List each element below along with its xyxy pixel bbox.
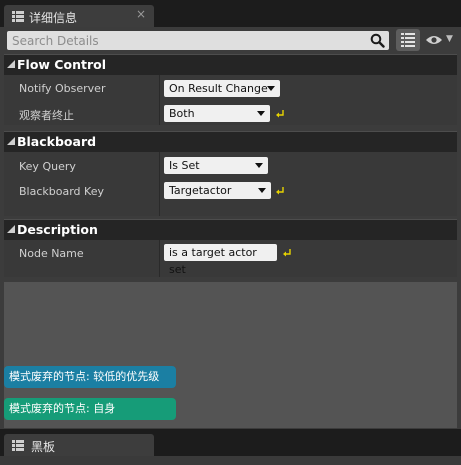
notify-observer-dropdown[interactable]: On Result Change [164, 80, 280, 97]
node-name-value: is a target actor set [169, 246, 257, 276]
search-icon[interactable] [370, 33, 385, 48]
property-name-observer-aborts: 观察者终止 [19, 109, 74, 122]
chevron-down-icon[interactable]: ▼ [446, 34, 453, 44]
dropdown-value: Both [169, 107, 195, 120]
category-blackboard[interactable]: Blackboard [4, 131, 457, 152]
key-query-dropdown[interactable]: Is Set [164, 157, 268, 174]
abort-self-note: 模式废弃的节点: 自身 [4, 398, 176, 420]
details-panel-icon [12, 440, 24, 451]
search-input[interactable] [7, 31, 372, 50]
blackboard-panel-edge [0, 456, 461, 465]
bottom-tab-bar: 黑板 [0, 429, 461, 465]
description-rows: Node Name is a target actor set [4, 240, 457, 277]
reset-to-default-arrow-icon[interactable] [276, 109, 286, 119]
property-name-notify-observer: Notify Observer [19, 82, 106, 95]
blackboard-key-dropdown[interactable]: Targetactor [164, 182, 271, 199]
reset-to-default-arrow-icon[interactable] [283, 248, 293, 258]
top-tab-bar: 详细信息 × [0, 0, 461, 27]
category-flow-control[interactable]: Flow Control [4, 54, 457, 75]
tab-close-icon[interactable]: × [134, 7, 148, 21]
property-name-key-query: Key Query [19, 160, 76, 173]
tab-blackboard-label: 黑板 [31, 440, 56, 454]
dropdown-arrow-icon [255, 163, 263, 168]
column-divider[interactable] [159, 75, 160, 125]
dropdown-arrow-icon [257, 111, 265, 116]
details-panel-icon [12, 11, 24, 22]
view-options-grid-icon [401, 33, 415, 47]
eye-icon[interactable] [425, 34, 443, 46]
flow-control-rows: Notify Observer On Result Change 观察者终止 B… [4, 75, 457, 125]
column-divider[interactable] [159, 240, 160, 277]
search-bar [7, 31, 389, 50]
dropdown-value: On Result Change [169, 82, 268, 95]
category-label: Flow Control [17, 57, 106, 72]
property-name-node-name: Node Name [19, 247, 84, 260]
reset-to-default-arrow-icon[interactable] [276, 186, 286, 196]
category-description[interactable]: Description [4, 219, 457, 240]
view-options-button[interactable] [396, 29, 420, 51]
tab-blackboard[interactable]: 黑板 [4, 434, 154, 456]
blackboard-rows: Key Query Is Set Blackboard Key Targetac… [4, 152, 457, 216]
dropdown-value: Is Set [169, 159, 200, 172]
observer-aborts-dropdown[interactable]: Both [164, 105, 270, 122]
dropdown-value: Targetactor [169, 184, 232, 197]
abort-lower-priority-note: 模式废弃的节点: 较低的优先级 [4, 366, 176, 388]
category-label: Blackboard [17, 134, 97, 149]
column-divider[interactable] [159, 152, 160, 216]
category-caret-icon [7, 225, 15, 233]
tab-details-label: 详细信息 [29, 11, 78, 25]
tab-details[interactable]: 详细信息 × [4, 5, 154, 27]
dropdown-arrow-icon [258, 188, 266, 193]
node-name-field[interactable]: is a target actor set [164, 244, 277, 276]
category-caret-icon [7, 60, 15, 68]
category-label: Description [17, 222, 98, 237]
dropdown-arrow-icon [267, 86, 275, 91]
property-name-blackboard-key: Blackboard Key [19, 185, 104, 198]
category-caret-icon [7, 137, 15, 145]
